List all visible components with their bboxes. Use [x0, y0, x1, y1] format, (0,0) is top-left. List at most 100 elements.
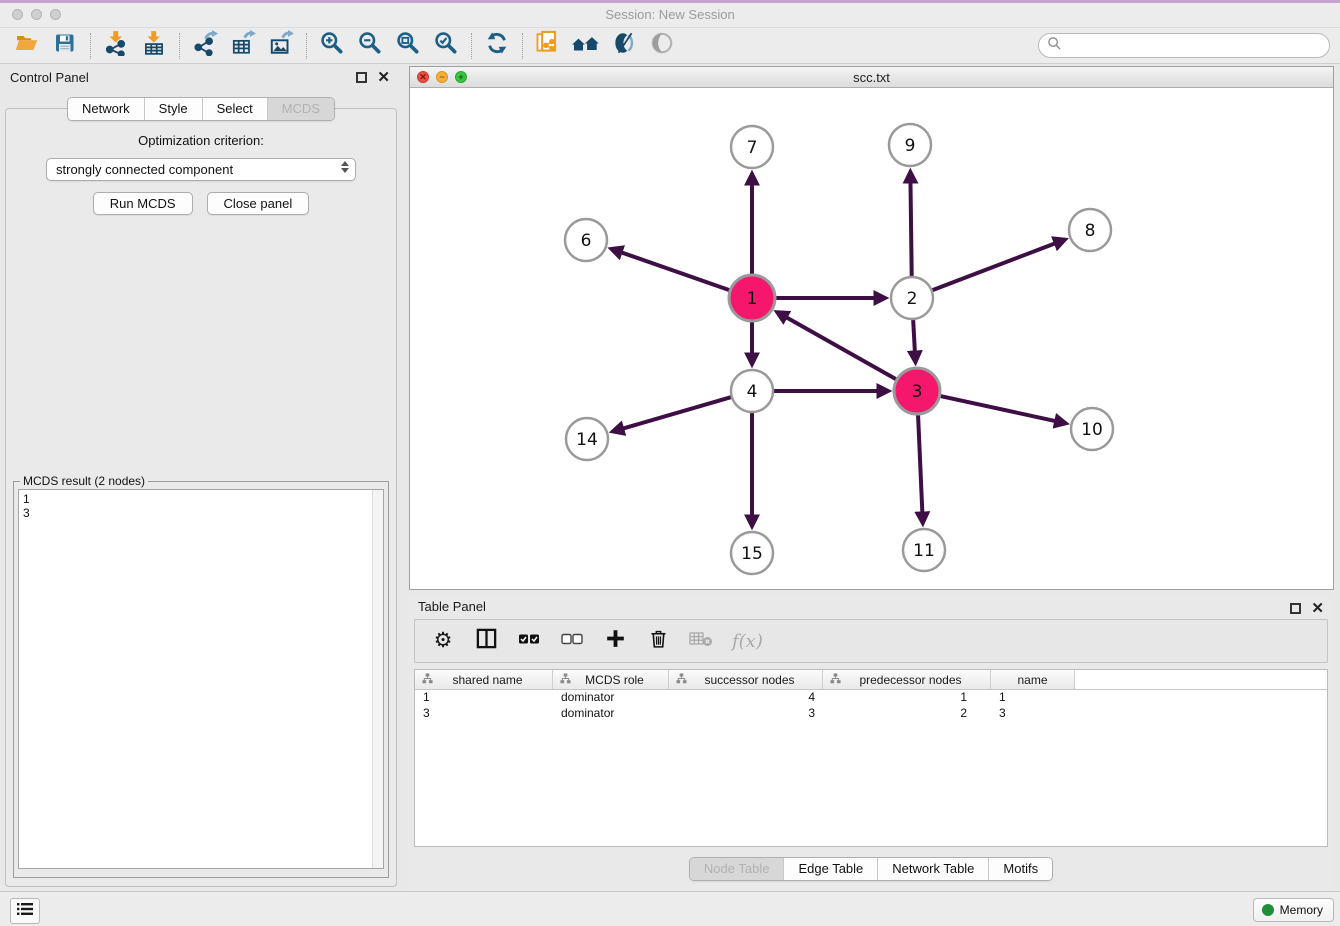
toolbar-separator — [179, 33, 180, 59]
zoom-selected-button[interactable] — [427, 31, 465, 61]
zoom-fit-icon — [395, 30, 421, 61]
tab-mcds[interactable]: MCDS — [267, 98, 334, 120]
node-2[interactable]: 2 — [891, 277, 933, 319]
save-session-button[interactable] — [46, 31, 84, 61]
edge-3-10[interactable] — [940, 396, 1055, 421]
mcds-panel: Optimization criterion: strongly connect… — [5, 108, 397, 887]
node-6[interactable]: 6 — [565, 219, 607, 261]
edge-2-3[interactable] — [913, 320, 915, 352]
svg-text:7: 7 — [747, 138, 758, 158]
criterion-dropdown[interactable]: strongly connected component — [46, 158, 356, 181]
zoom-selected-icon — [433, 30, 459, 61]
table-panel-title: Table Panel — [418, 599, 486, 614]
select-all-button[interactable] — [517, 627, 541, 655]
tab-motifs[interactable]: Motifs — [988, 858, 1052, 880]
zoom-out-button[interactable] — [351, 31, 389, 61]
window-top-edge — [0, 0, 1340, 3]
search-input[interactable] — [1062, 36, 1329, 56]
cell-shared-name[interactable]: 3 — [415, 706, 553, 722]
edge-1-6[interactable] — [621, 252, 729, 290]
node-3[interactable]: 3 — [894, 368, 940, 414]
table-row[interactable]: 3 dominator 3 2 3 — [415, 706, 1327, 722]
cell-name[interactable]: 3 — [991, 706, 1075, 722]
unselect-all-button[interactable] — [560, 627, 584, 655]
cell-successor-nodes[interactable]: 4 — [669, 690, 823, 706]
column-header-shared-name[interactable]: shared name — [415, 670, 553, 689]
save-floppy-icon — [53, 31, 77, 60]
node-7[interactable]: 7 — [731, 126, 773, 168]
home-button[interactable] — [567, 31, 605, 61]
control-panel-controls: ✕ — [356, 72, 390, 83]
table-row[interactable]: 1 dominator 4 1 1 — [415, 690, 1327, 706]
node-8[interactable]: 8 — [1069, 209, 1111, 251]
node-9[interactable]: 9 — [889, 124, 931, 166]
svg-text:4: 4 — [747, 382, 758, 402]
cell-mcds-role[interactable]: dominator — [553, 706, 669, 722]
cell-predecessor-nodes[interactable]: 2 — [823, 706, 991, 722]
cell-successor-nodes[interactable]: 3 — [669, 706, 823, 722]
cell-predecessor-nodes[interactable]: 1 — [823, 690, 991, 706]
close-panel-button[interactable]: Close panel — [207, 192, 310, 215]
tab-network-table[interactable]: Network Table — [877, 858, 988, 880]
node-10[interactable]: 10 — [1071, 408, 1113, 450]
svg-text:10: 10 — [1081, 420, 1103, 440]
zoom-in-button[interactable] — [313, 31, 351, 61]
network-canvas[interactable]: 7 9 6 8 1 2 4 3 14 10 15 11 — [410, 88, 1333, 589]
tab-node-table[interactable]: Node Table — [690, 858, 784, 880]
run-mcds-button[interactable]: Run MCDS — [93, 192, 193, 215]
network-from-selection-button[interactable] — [529, 31, 567, 61]
node-4[interactable]: 4 — [731, 370, 773, 412]
cell-shared-name[interactable]: 1 — [415, 690, 553, 706]
import-table-button[interactable] — [135, 31, 173, 61]
control-panel-title: Control Panel — [10, 70, 89, 85]
float-panel-icon[interactable] — [356, 72, 367, 83]
node-11[interactable]: 11 — [903, 529, 945, 571]
result-scrollbar[interactable] — [372, 490, 383, 868]
import-network-button[interactable] — [97, 31, 135, 61]
node-15[interactable]: 15 — [731, 532, 773, 574]
open-session-button[interactable] — [8, 31, 46, 61]
zoom-fit-button[interactable] — [389, 31, 427, 61]
close-panel-icon[interactable]: ✕ — [1311, 603, 1324, 614]
cell-mcds-role[interactable]: dominator — [553, 690, 669, 706]
export-image-button[interactable] — [262, 31, 300, 61]
close-panel-icon[interactable]: ✕ — [377, 72, 390, 83]
tab-style[interactable]: Style — [144, 98, 202, 120]
edge-2-9[interactable] — [910, 182, 911, 276]
table-settings-button[interactable]: ⚙ — [431, 627, 455, 655]
columns-icon — [475, 627, 498, 655]
float-panel-icon[interactable] — [1290, 603, 1301, 614]
export-table-icon — [230, 30, 256, 61]
column-type-icon — [560, 673, 571, 687]
graphics-details-button[interactable] — [605, 31, 643, 61]
task-history-button[interactable] — [10, 898, 40, 924]
search-icon — [1047, 36, 1062, 56]
tab-network[interactable]: Network — [68, 98, 144, 120]
column-type-icon — [422, 673, 433, 687]
toggle-columns-button[interactable] — [474, 627, 498, 655]
svg-text:11: 11 — [913, 541, 935, 561]
birds-eye-button[interactable] — [643, 31, 681, 61]
delete-column-button[interactable] — [646, 627, 670, 655]
add-column-button[interactable] — [603, 627, 627, 655]
export-network-button[interactable] — [186, 31, 224, 61]
edge-3-1[interactable] — [786, 317, 896, 379]
node-14[interactable]: 14 — [566, 418, 608, 460]
tab-select[interactable]: Select — [202, 98, 267, 120]
memory-button[interactable]: Memory — [1253, 898, 1334, 922]
column-header-mcds-role[interactable]: MCDS role — [553, 670, 669, 689]
edge-3-11[interactable] — [918, 415, 922, 513]
svg-text:9: 9 — [905, 136, 916, 156]
edge-4-14[interactable] — [623, 397, 731, 429]
refresh-layout-button[interactable] — [478, 31, 516, 61]
cell-name[interactable]: 1 — [991, 690, 1075, 706]
column-header-predecessor-nodes[interactable]: predecessor nodes — [823, 670, 991, 689]
export-table-button[interactable] — [224, 31, 262, 61]
column-header-name[interactable]: name — [991, 670, 1075, 689]
node-1[interactable]: 1 — [729, 275, 775, 321]
edge-2-8[interactable] — [933, 243, 1056, 290]
toolbar-separator — [522, 33, 523, 59]
network-title: scc.txt — [410, 70, 1333, 85]
column-header-successor-nodes[interactable]: successor nodes — [669, 670, 823, 689]
tab-edge-table[interactable]: Edge Table — [783, 858, 877, 880]
